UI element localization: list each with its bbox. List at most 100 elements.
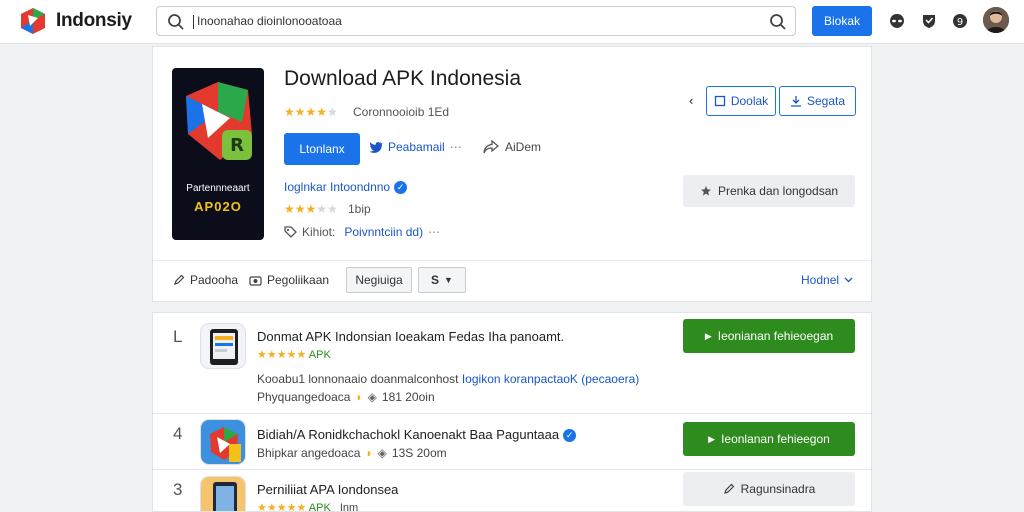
play-icon: ▶ [708, 433, 716, 444]
install-list-button[interactable]: ▶ Ieonlanan fehieegon [683, 422, 855, 456]
rating-text: Coronnooioib 1Ed [353, 105, 450, 119]
hero-section: R Partennneaart AP02O Download APK Indon… [153, 47, 871, 261]
page-title: Download APK Indonesia [284, 67, 521, 90]
edit-icon [174, 274, 185, 285]
outline-button-2-label: Segata [806, 94, 846, 108]
outline-button-2[interactable]: Segata [779, 86, 856, 116]
list-item-meta: Bhipkar angedoaca ◗ ◈ 13S 20om [257, 446, 447, 460]
tablet-icon [210, 329, 238, 365]
outline-button-1[interactable]: Doolak [706, 86, 776, 116]
developer-link[interactable]: Ioglnkar Intoondnno ✓ [284, 180, 408, 195]
search-submit-icon[interactable] [769, 13, 787, 31]
search-box[interactable] [156, 6, 796, 36]
info-more[interactable]: ⋯ [428, 225, 440, 239]
outline-button-1-label: Doolak [730, 94, 769, 108]
badge-icon[interactable]: 9 [951, 12, 969, 30]
toolbar-item-1[interactable]: Padooha [173, 267, 238, 293]
rating-stars: ★★★★★ [284, 105, 338, 119]
chevron-left-icon[interactable]: ‹ [689, 93, 693, 108]
share-count[interactable]: AiDem [483, 140, 541, 154]
list-item-meta-text: Phyquangedoaca [257, 390, 351, 404]
banana-icon: ◗ [355, 390, 363, 404]
search-icon [168, 14, 184, 30]
install-list-label: Ieonlanan fehieegon [721, 432, 830, 446]
bookmark-icon [714, 95, 725, 107]
toolbar-dropdown-label: S [431, 273, 440, 287]
rating-stars: ★★★★★ [257, 349, 307, 361]
verified-icon: ✓ [394, 181, 408, 195]
share-link[interactable]: Peabamail ⋯ [369, 140, 462, 154]
avatar-icon [983, 7, 1009, 33]
side-action-button[interactable]: Prenka dan longodsan [683, 175, 855, 207]
header-primary-button[interactable]: Biokak [812, 6, 872, 36]
toolbar-right-link-label: Hodnel [801, 273, 840, 287]
list-item-title[interactable]: Perniliiat APA Iondonsea [257, 482, 398, 497]
rank-number: L [173, 327, 183, 346]
toolbar-item-3[interactable]: Negiuiga [346, 267, 412, 293]
app-logo-icon[interactable] [18, 6, 48, 36]
app-list: L Donmat APK Indonsian Ioeakam Fedas Iha… [152, 312, 872, 512]
bubble-icon: ◈ [367, 390, 377, 404]
toolbar-item-2[interactable]: Pegoliikaan [249, 267, 329, 293]
side-action-label: Prenka dan longodsan [717, 184, 839, 198]
info-row: Kihiot: Poivnntciin dd) ⋯ [284, 225, 440, 239]
list-item-rating-label: APK [308, 349, 331, 361]
list-item-title[interactable]: Bidiah/A Ronidkchachokl Kanoenakt Baa Pa… [257, 427, 577, 443]
banana-icon: ◗ [365, 446, 373, 460]
app-icon [200, 476, 246, 511]
share-more[interactable]: ⋯ [450, 140, 462, 154]
caret-down-icon: ▼ [444, 275, 453, 285]
edit-icon [723, 483, 734, 494]
svg-text:9: 9 [957, 17, 963, 28]
rank-number: 4 [173, 424, 183, 443]
list-item[interactable]: L Donmat APK Indonsian Ioeakam Fedas Iha… [153, 313, 871, 414]
alien-icon[interactable] [888, 12, 906, 30]
list-item-rating-label: APK [308, 502, 331, 512]
list-item-meta-count: 181 20oin [381, 390, 435, 404]
install-list-label: Ieonianan fehieoegan [717, 329, 834, 343]
install-list-button[interactable]: ▶ Ieonianan fehieoegan [683, 319, 855, 353]
app-logo-icon: R [186, 82, 252, 160]
tile-code: AP02O [194, 199, 242, 214]
list-item-meta-count: 13S 20om [391, 446, 447, 460]
install-button[interactable]: Ltonlanx [284, 133, 360, 165]
list-item-desc: Kooabu1 lonnonaaio doanmalconhost Iogiko… [257, 372, 639, 386]
shield-icon[interactable] [920, 12, 938, 30]
list-item-meta-count: Inm [339, 502, 359, 512]
camera-icon [249, 276, 262, 286]
share-arrow-icon [483, 140, 499, 154]
list-item[interactable]: 4 Bidiah/A Ronidkchachokl Kanoenakt Baa … [153, 414, 871, 470]
share-label: Peabamail [388, 140, 445, 154]
user-avatar[interactable] [983, 7, 1009, 33]
developer-name: Ioglnkar Intoondnno [284, 180, 391, 194]
rating-stars: ★★★★★ [257, 502, 307, 512]
toolbar-right-link[interactable]: Hodnel [801, 267, 853, 293]
play-icon: ▶ [704, 330, 712, 341]
verified-icon: ✓ [563, 429, 577, 443]
text-cursor [193, 15, 194, 29]
app-tile-image: R Partennneaart AP02O [172, 68, 264, 240]
list-secondary-button[interactable]: Ragunsinadra [683, 472, 855, 506]
bubble-icon: ◈ [377, 446, 387, 460]
tablet-icon [201, 477, 245, 511]
list-item-title[interactable]: Donmat APK Indonsian Ioeakam Fedas Iha p… [257, 329, 564, 344]
list-item-desc-text: Kooabu1 lonnonaaio doanmalconhost [257, 372, 459, 386]
chevron-down-icon [844, 277, 853, 283]
info-link[interactable]: Poivnntciin dd) [344, 225, 423, 239]
list-item-rating: ★★★★★ APK Inm [257, 501, 359, 512]
twitter-icon [369, 142, 383, 153]
list-item[interactable]: 3 Perniliiat APA Iondonsea ★★★★★ APK Inm… [153, 470, 871, 512]
app-icon [200, 419, 246, 465]
app-detail-card: R Partennneaart AP02O Download APK Indon… [152, 46, 872, 302]
brand-name[interactable]: Indonsiy [56, 10, 132, 32]
tile-caption: Partennneaart [186, 183, 250, 194]
list-item-desc-link[interactable]: Iogikon koranpactaoK (pecaoera) [462, 372, 639, 386]
star-icon [700, 186, 711, 196]
list-item-title-text: Bidiah/A Ronidkchachokl Kanoenakt Baa Pa… [257, 427, 560, 442]
toolbar-item-2-label: Pegoliikaan [267, 273, 330, 287]
app-logo-icon [201, 420, 245, 464]
developer-rating-text: 1bip [348, 202, 371, 216]
search-input[interactable] [197, 11, 737, 31]
toolbar-dropdown[interactable]: S ▼ [418, 267, 466, 293]
share-count-label: AiDem [505, 140, 542, 154]
